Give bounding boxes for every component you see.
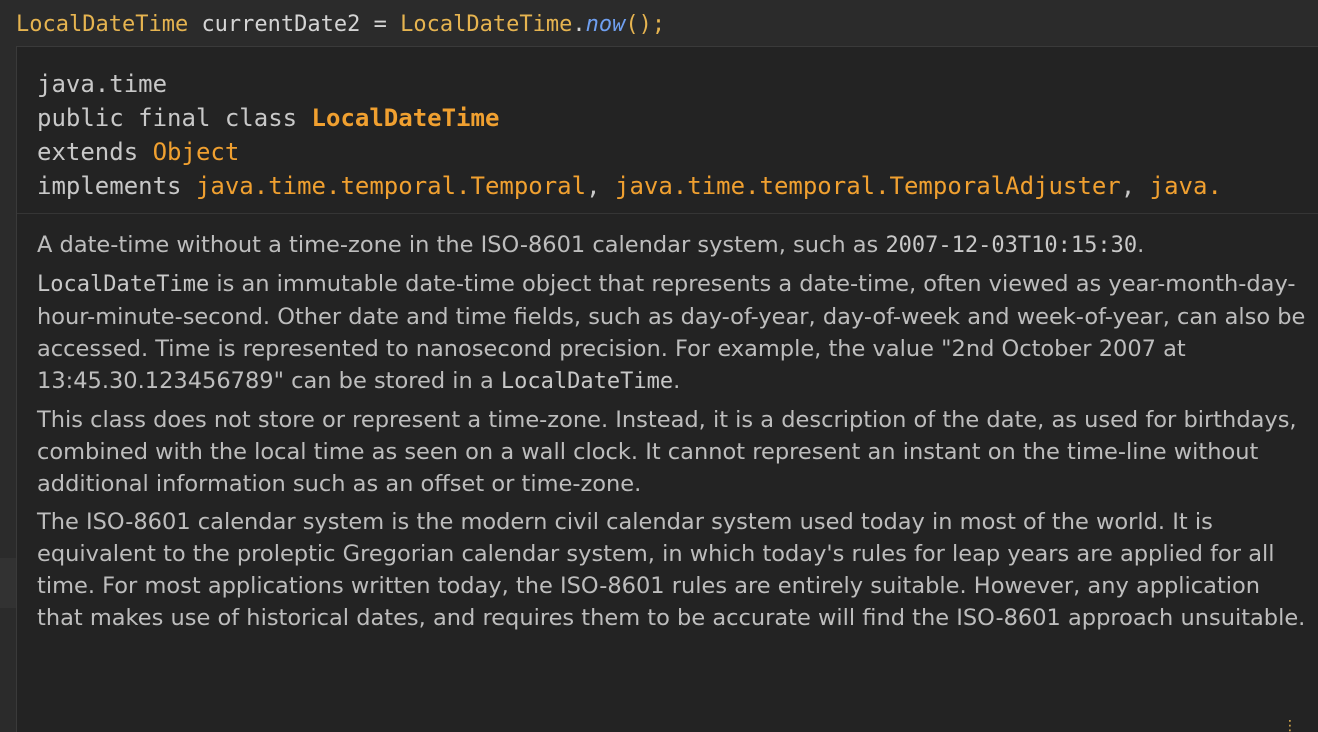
editor-gutter <box>0 48 16 732</box>
extends-prefix: extends <box>37 138 153 166</box>
extends-link[interactable]: Object <box>153 138 240 166</box>
implements-link-temporal[interactable]: java.time.temporal.Temporal <box>196 172 586 200</box>
assign-token: = <box>360 12 401 37</box>
implements-prefix: implements <box>37 172 196 200</box>
method-token[interactable]: now <box>586 12 626 37</box>
dot-token: . <box>572 12 586 37</box>
doc-paragraph-4: The ISO-8601 calendar system is the mode… <box>37 509 1306 631</box>
implements-link-more[interactable]: java. <box>1150 172 1222 200</box>
doc-inline-code: LocalDateTime <box>500 369 674 394</box>
doc-class-name: LocalDateTime <box>311 104 500 132</box>
doc-class-declaration: public final class LocalDateTime <box>37 101 499 135</box>
doc-implements: implements java.time.temporal.Temporal, … <box>37 169 1222 203</box>
doc-inline-code: LocalDateTime <box>37 272 210 297</box>
editor-code-line[interactable]: LocalDateTime currentDate2 = LocalDateTi… <box>0 0 1318 48</box>
type-token[interactable]: LocalDateTime <box>16 12 188 37</box>
doc-package: java.time <box>37 70 168 98</box>
variable-token[interactable]: currentDate2 <box>201 12 360 37</box>
code-statement[interactable]: LocalDateTime currentDate2 = LocalDateTi… <box>16 10 665 40</box>
more-indicator-icon: ⋮ <box>1283 719 1297 732</box>
doc-text: A date-time without a time-zone in the I… <box>37 232 886 258</box>
editor-gutter-highlight <box>0 558 16 608</box>
doc-text: . <box>1137 232 1145 258</box>
doc-description: A date-time without a time-zone in the I… <box>37 229 1307 640</box>
parens-token: (); <box>625 12 666 37</box>
implements-separator: , <box>1120 172 1150 200</box>
doc-extends: extends Object <box>37 135 239 169</box>
doc-text: . <box>673 368 681 394</box>
implements-link-temporal-adjuster[interactable]: java.time.temporal.TemporalAdjuster <box>615 172 1121 200</box>
quick-documentation-popup[interactable]: java.time public final class LocalDateTi… <box>16 46 1318 732</box>
doc-paragraph-3: This class does not store or represent a… <box>37 407 1297 497</box>
doc-signature-header: java.time public final class LocalDateTi… <box>17 47 1318 214</box>
class-token[interactable]: LocalDateTime <box>400 12 572 37</box>
decl-prefix: public final class <box>37 104 312 132</box>
doc-inline-code: 2007-12-03T10:15:30 <box>885 233 1138 258</box>
doc-paragraph-1: A date-time without a time-zone in the I… <box>37 229 1307 262</box>
doc-paragraph-2: LocalDateTime is an immutable date-time … <box>37 268 1307 398</box>
implements-separator: , <box>586 172 615 200</box>
